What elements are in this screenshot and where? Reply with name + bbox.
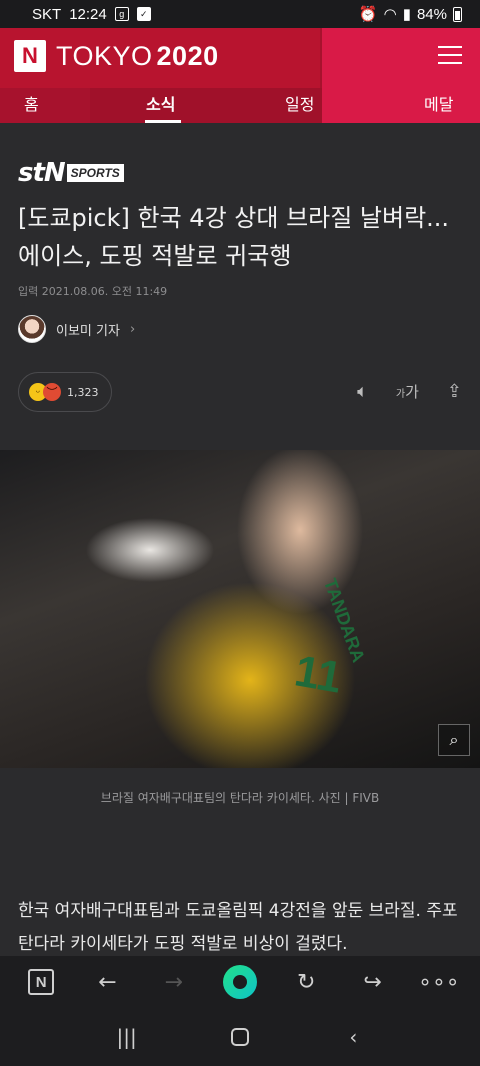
photo-jersey-number: 11 bbox=[291, 646, 346, 703]
font-size-button[interactable]: 가가 bbox=[396, 381, 419, 402]
article: stN SPORTS [도쿄pick] 한국 4강 상대 브라질 날벼락...에… bbox=[0, 123, 480, 956]
tab-medals[interactable]: 메달 bbox=[424, 91, 453, 115]
n-icon: N bbox=[28, 969, 55, 995]
more-icon[interactable]: ∘∘∘ bbox=[418, 964, 459, 1000]
browser-toolbar: N ← → ↻ ↪ ∘∘∘ bbox=[0, 956, 480, 1008]
article-photo[interactable]: TANDARA 11 ⌕ bbox=[0, 450, 480, 768]
source-logo[interactable]: stN SPORTS bbox=[18, 158, 124, 188]
font-size-small: 가 bbox=[395, 389, 406, 400]
reaction-count: 1,323 bbox=[67, 385, 99, 399]
brand-bold: 2020 bbox=[156, 40, 219, 71]
naver-home-button[interactable]: N bbox=[23, 964, 59, 1000]
brand-light: TOKYO bbox=[56, 40, 153, 71]
chevron-right-icon: › bbox=[129, 321, 136, 337]
check-notification-icon: ✓ bbox=[136, 7, 151, 21]
back-arrow-icon[interactable]: ← bbox=[89, 964, 125, 1000]
system-nav-bar: ||| ‹ bbox=[0, 1008, 480, 1066]
battery-icon bbox=[453, 6, 462, 22]
green-dot-button[interactable] bbox=[222, 964, 258, 1000]
clock: 12:24 bbox=[69, 5, 107, 23]
reaction-button[interactable]: ᵕ ︶ 1,323 bbox=[18, 372, 112, 412]
angry-emoji-icon: ︶ bbox=[43, 383, 61, 401]
status-bar: SKT 12:24 g ✓ ⏰ ◠ ▮ 84% bbox=[0, 0, 480, 28]
naver-logo[interactable]: N bbox=[14, 40, 46, 72]
share-arrow-icon[interactable]: ↪ bbox=[355, 964, 391, 1000]
home-icon bbox=[230, 1028, 249, 1046]
brand-row[interactable]: N TOKYO 2020 bbox=[14, 40, 219, 72]
carrier-label: SKT bbox=[32, 5, 62, 23]
menu-icon[interactable] bbox=[438, 46, 462, 64]
reload-icon[interactable]: ↻ bbox=[288, 964, 324, 1000]
tab-home[interactable]: 홈 bbox=[24, 91, 39, 115]
battery-percent: 84% bbox=[416, 5, 447, 23]
wifi-icon: ◠ bbox=[383, 6, 397, 23]
font-size-large: 가 bbox=[405, 383, 419, 401]
signal-icon: ▮ bbox=[402, 6, 411, 23]
home-button[interactable] bbox=[220, 1017, 260, 1057]
back-icon[interactable]: ‹ bbox=[333, 1017, 373, 1057]
image-search-icon[interactable]: ⌕ bbox=[438, 724, 470, 756]
alarm-icon: ⏰ bbox=[358, 6, 378, 23]
tokyo-header: N TOKYO 2020 홈 소식 일정 메달 bbox=[0, 28, 480, 123]
forward-arrow-icon[interactable]: → bbox=[156, 964, 192, 1000]
speaker-icon[interactable]: 🔈︎ bbox=[357, 381, 368, 402]
article-body: 한국 여자배구대표팀과 도쿄올림픽 4강전을 앞둔 브라질. 주포 탄다라 카이… bbox=[18, 901, 458, 954]
source-logo-suffix: SPORTS bbox=[66, 164, 124, 182]
author-link[interactable]: 이보미 기자 › bbox=[18, 315, 135, 343]
author-avatar bbox=[18, 315, 46, 343]
published-date: 입력 2021.08.06. 오전 11:49 bbox=[18, 285, 168, 298]
tab-schedule[interactable]: 일정 bbox=[285, 91, 314, 115]
tokyo2020-brand[interactable]: TOKYO 2020 bbox=[56, 41, 219, 72]
article-headline: [도쿄pick] 한국 4강 상대 브라질 날벼락...에이스, 도핑 적발로 … bbox=[18, 204, 450, 270]
tab-news[interactable]: 소식 bbox=[146, 91, 175, 115]
green-dot-icon bbox=[222, 965, 257, 999]
recents-icon[interactable]: ||| bbox=[107, 1017, 147, 1057]
article-tools: 🔈︎ 가가 ⇪ bbox=[357, 381, 462, 402]
source-logo-word: stN bbox=[18, 158, 66, 188]
g-notification-icon: g bbox=[114, 7, 129, 21]
header-tabs: 홈 소식 일정 메달 bbox=[0, 88, 480, 123]
photo-caption: 브라질 여자배구대표팀의 탄다라 카이세타. 사진 | FIVB bbox=[100, 791, 380, 805]
share-icon[interactable]: ⇪ bbox=[447, 381, 462, 402]
author-name: 이보미 기자 bbox=[56, 323, 120, 339]
